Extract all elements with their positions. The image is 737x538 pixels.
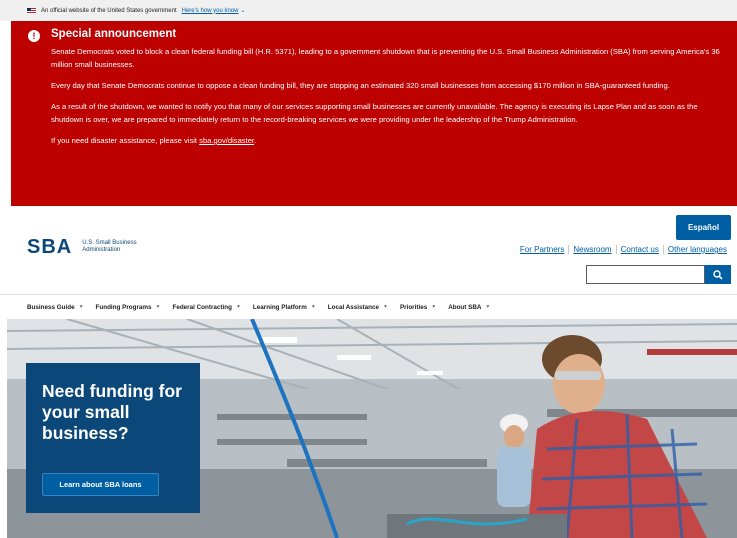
espanol-button[interactable]: Español xyxy=(676,215,731,240)
alert-paragraph-3: As a result of the shutdown, we wanted t… xyxy=(51,102,698,124)
for-partners-link[interactable]: For Partners xyxy=(516,245,568,254)
heres-how-you-know-link[interactable]: Here's how you know xyxy=(182,8,239,14)
hero-section: Need funding for your small business? Le… xyxy=(7,319,737,538)
sba-logo[interactable]: SBA U.S. Small Business Administration xyxy=(27,236,162,258)
nav-local-assistance[interactable]: Local Assistance ▼ xyxy=(328,304,388,311)
special-announcement-alert: ! Special announcement Senate Democrats … xyxy=(11,21,737,206)
alert-disaster-line: If you need disaster assistance, please … xyxy=(51,134,723,147)
alert-title: Special announcement xyxy=(51,28,177,40)
nav-label: Priorities xyxy=(399,303,428,311)
disaster-suffix: . xyxy=(254,136,257,145)
gov-banner-text: An official website of the United States… xyxy=(41,7,177,14)
learn-about-sba-loans-button[interactable]: Learn about SBA loans xyxy=(42,473,159,496)
nav-learning-platform[interactable]: Learning Platform ▼ xyxy=(253,304,316,311)
chevron-down-icon[interactable]: ⌄ xyxy=(240,7,245,14)
nav-priorities[interactable]: Priorities ▼ xyxy=(400,304,436,311)
nav-about-sba[interactable]: About SBA ▼ xyxy=(448,304,490,311)
nav-label: Business Guide xyxy=(27,303,75,311)
sba-logo-text: U.S. Small Business Administration xyxy=(82,240,137,253)
hero-heading: Need funding for your small business? xyxy=(42,381,182,443)
nav-label: Learning Platform xyxy=(252,303,307,311)
alert-paragraph-2: Every day that Senate Democrats continue… xyxy=(51,81,670,90)
exclamation-circle-icon: ! xyxy=(28,30,40,42)
search-form xyxy=(586,265,731,284)
utility-links: For Partners Newsroom Contact us Other l… xyxy=(516,245,731,254)
search-button[interactable] xyxy=(705,265,731,284)
chevron-down-icon: ▼ xyxy=(431,304,437,310)
hero-card: Need funding for your small business? Le… xyxy=(26,363,200,513)
search-icon xyxy=(713,269,723,280)
sba-logo-mark: SBA xyxy=(27,236,73,258)
contact-us-link[interactable]: Contact us xyxy=(615,245,663,254)
disaster-link[interactable]: sba.gov/disaster xyxy=(199,136,254,145)
search-input[interactable] xyxy=(586,265,705,284)
nav-business-guide[interactable]: Business Guide ▼ xyxy=(27,304,84,311)
chevron-down-icon: ▼ xyxy=(155,304,161,310)
chevron-down-icon: ▼ xyxy=(235,304,241,310)
nav-federal-contracting[interactable]: Federal Contracting ▼ xyxy=(172,304,240,311)
main-nav: Business Guide ▼ Funding Programs ▼ Federa… xyxy=(0,294,737,319)
disaster-prefix: If you need disaster assistance, please … xyxy=(51,136,200,145)
nav-label: Local Assistance xyxy=(327,303,379,311)
alert-paragraph-1: Senate Democrats voted to block a clean … xyxy=(51,47,720,69)
nav-label: About SBA xyxy=(448,303,482,311)
chevron-down-icon: ▼ xyxy=(310,304,316,310)
site-header: SBA U.S. Small Business Administration E… xyxy=(0,206,737,294)
chevron-down-icon: ▼ xyxy=(382,304,388,310)
chevron-down-icon: ▼ xyxy=(78,304,84,310)
nav-label: Federal Contracting xyxy=(172,303,232,311)
us-flag-icon xyxy=(27,7,36,14)
newsroom-link[interactable]: Newsroom xyxy=(568,245,615,254)
nav-funding-programs[interactable]: Funding Programs ▼ xyxy=(96,304,161,311)
gov-banner: An official website of the United States… xyxy=(0,0,737,21)
chevron-down-icon: ▼ xyxy=(485,304,491,310)
other-languages-link[interactable]: Other languages xyxy=(662,245,731,254)
nav-label: Funding Programs xyxy=(95,303,152,311)
